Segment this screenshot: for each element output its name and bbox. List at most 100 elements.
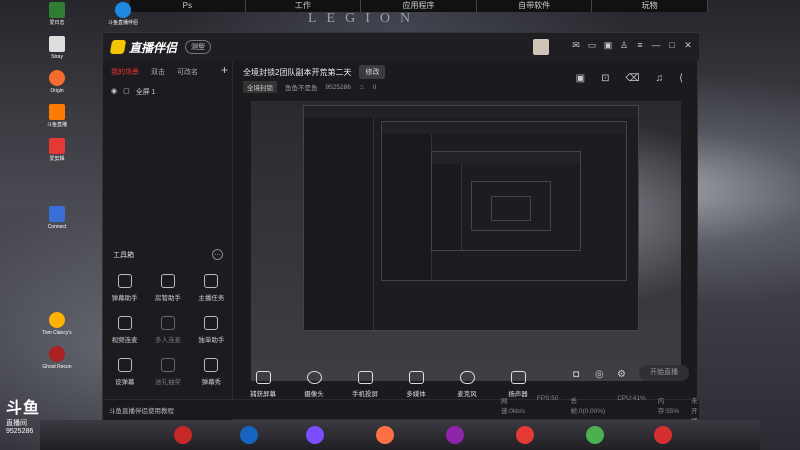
nested-sidebar xyxy=(432,164,462,250)
microphone-button[interactable]: 麦克风 xyxy=(447,371,487,398)
minimize-icon[interactable]: — xyxy=(651,40,661,51)
app-name: 直播伴侣 xyxy=(129,40,178,55)
origin-icon xyxy=(49,70,65,86)
start-stream-button[interactable]: 开始直播 xyxy=(639,365,689,381)
mail-icon[interactable]: ✉ xyxy=(571,40,581,51)
taskbar-app-icon[interactable] xyxy=(376,426,394,444)
room-id: 9525286 xyxy=(325,83,351,91)
add-scene-icon[interactable]: + xyxy=(221,63,228,77)
taskbar-app-icon[interactable] xyxy=(240,426,258,444)
taskbar-app-icon[interactable] xyxy=(516,426,534,444)
avatar[interactable] xyxy=(533,39,549,55)
tool-label: 主播任务 xyxy=(198,295,225,302)
more-icon[interactable]: … xyxy=(212,249,223,260)
nested-titlebar xyxy=(382,122,626,134)
taskbar-app-icon[interactable] xyxy=(586,426,604,444)
message-icon[interactable]: ▭ xyxy=(587,40,597,51)
category-badge[interactable]: 全境封锁 xyxy=(243,81,277,93)
desktop-icon[interactable]: Stray xyxy=(40,36,74,60)
tool-label: 房管助手 xyxy=(154,295,181,302)
tool-label: 弹幕秀 xyxy=(201,379,222,386)
close-icon[interactable]: ✕ xyxy=(683,40,693,51)
tab-duet[interactable]: 双击 xyxy=(151,67,165,77)
toolbox: 工具箱 … 弹幕助手 房管助手 主播任务 视频连麦 多人连麦 独单助手 设弹幕 … xyxy=(103,249,233,386)
toolbox-header: 工具箱 … xyxy=(103,249,233,260)
watermark-brand: 斗鱼 xyxy=(6,400,41,417)
taskbar-app-icon[interactable] xyxy=(174,426,192,444)
sidebar: 我的场景 双击 可改名 + ◉ ▢ 全屏 1 工具箱 … 弹幕助手 房管助手 主… xyxy=(103,61,233,421)
tab-modify[interactable]: 可改名 xyxy=(177,67,198,77)
tool-tasks[interactable]: 主播任务 xyxy=(190,274,233,302)
edit-button[interactable]: 修改 xyxy=(359,65,386,79)
watermark-sub: 直播间 xyxy=(6,420,27,427)
app-icon xyxy=(49,2,65,18)
wallpaper-text: LEGION xyxy=(308,11,421,26)
button-label: 麦克风 xyxy=(457,391,477,398)
desktop-icon[interactable]: Connect xyxy=(40,206,74,230)
desktop-icon[interactable]: 斗鱼直播 xyxy=(40,104,74,128)
lock-icon[interactable]: ▢ xyxy=(123,87,130,97)
tool-label: 弹幕助手 xyxy=(111,295,138,302)
maximize-icon[interactable]: □ xyxy=(667,40,677,51)
scene-label: 全屏 1 xyxy=(135,89,156,96)
desktop-icon[interactable]: Origin xyxy=(40,70,74,94)
topbar-tab[interactable]: Ps xyxy=(130,0,246,12)
tool-label: 设弹幕 xyxy=(114,379,135,386)
desktop-icon[interactable]: 爱日志 xyxy=(40,2,74,26)
desktop-icon-label: Connect xyxy=(47,224,67,230)
share-icon[interactable]: ⟨ xyxy=(679,73,683,84)
topbar-tab[interactable]: 玩物 xyxy=(592,0,708,12)
shirt-icon[interactable]: ♙ xyxy=(619,40,629,51)
desktop: Ps 工作 应用程序 自带软件 玩物 LEGION 爱日志 Stray Orig… xyxy=(0,0,800,450)
tool-set-danmu[interactable]: 设弹幕 xyxy=(103,358,146,386)
tv-icon xyxy=(204,358,219,372)
menu-icon[interactable]: ≡ xyxy=(635,40,645,51)
taskbar-app-icon[interactable] xyxy=(654,426,672,444)
tool-video-link[interactable]: 视频连麦 xyxy=(103,316,146,344)
room-title: 全境封锁2团队副本开荒第二天 xyxy=(243,67,352,77)
scene-item[interactable]: ◉ ▢ 全屏 1 xyxy=(103,83,232,101)
tool-danmu-show[interactable]: 弹幕秀 xyxy=(190,358,233,386)
tool-multi-link[interactable]: 多人连麦 xyxy=(146,316,189,344)
tool-danmu[interactable]: 弹幕助手 xyxy=(103,274,146,302)
lock-icon[interactable]: ⊡ xyxy=(601,73,609,84)
desktop-icon-label: 斗鱼直播伴侣 xyxy=(107,20,138,26)
gift-icon[interactable]: ▣ xyxy=(603,40,613,51)
version-badge[interactable]: 测型 xyxy=(185,40,212,54)
tool-room-admin[interactable]: 房管助手 xyxy=(146,274,189,302)
desktop-icon[interactable]: Tom Clancy's xyxy=(40,312,74,336)
streamer-name: 鱼鱼不是鱼 xyxy=(285,85,318,92)
delete-icon[interactable]: ⌫ xyxy=(625,73,639,84)
tool-order[interactable]: 独单助手 xyxy=(190,316,233,344)
eye-icon[interactable]: ◎ xyxy=(595,369,604,380)
record-icon[interactable]: ◘ xyxy=(573,369,579,380)
app-icon xyxy=(49,312,65,328)
desktop-icon[interactable]: 爱剪辑 xyxy=(40,138,74,162)
camera-button[interactable]: 摄像头 xyxy=(294,371,334,398)
taskbar-app-icon[interactable] xyxy=(446,426,464,444)
desktop-icon[interactable]: 斗鱼直播伴侣 xyxy=(106,2,140,26)
download-icon xyxy=(160,316,175,330)
eye-icon[interactable]: ◉ xyxy=(111,87,117,97)
gift-icon[interactable]: ▣ xyxy=(576,73,585,84)
tool-lottery[interactable]: 送礼抽奖 xyxy=(146,358,189,386)
title-bar: 直播伴侣 测型 ✉ ▭ ▣ ♙ ≡ — □ ✕ xyxy=(103,33,699,61)
phone-cast-button[interactable]: 手机投屏 xyxy=(345,371,385,398)
topbar-tab[interactable]: 自带软件 xyxy=(477,0,593,12)
download-icon xyxy=(160,358,175,372)
app-logo: 直播伴侣 测型 xyxy=(109,39,212,56)
desktop-icon-label: Stray xyxy=(51,54,63,60)
app-icon xyxy=(49,206,65,222)
taskbar-app-icon[interactable] xyxy=(306,426,324,444)
star-icon xyxy=(204,316,219,330)
tab-my-scenes[interactable]: 我的场景 xyxy=(111,67,139,77)
preview-canvas[interactable] xyxy=(251,101,681,381)
bell-icon[interactable]: ♫ xyxy=(656,73,664,84)
button-label: 多媒体 xyxy=(406,391,426,398)
file-icon xyxy=(49,36,65,52)
desktop-icon[interactable]: Ghost Recon xyxy=(40,346,74,370)
tutorial-link[interactable]: 斗鱼直播伴侣使用教程 xyxy=(103,405,174,415)
media-button[interactable]: 多媒体 xyxy=(396,371,436,398)
capture-screen-button[interactable]: 捕获屏幕 xyxy=(243,371,283,398)
gear-icon[interactable]: ⚙ xyxy=(617,369,626,380)
